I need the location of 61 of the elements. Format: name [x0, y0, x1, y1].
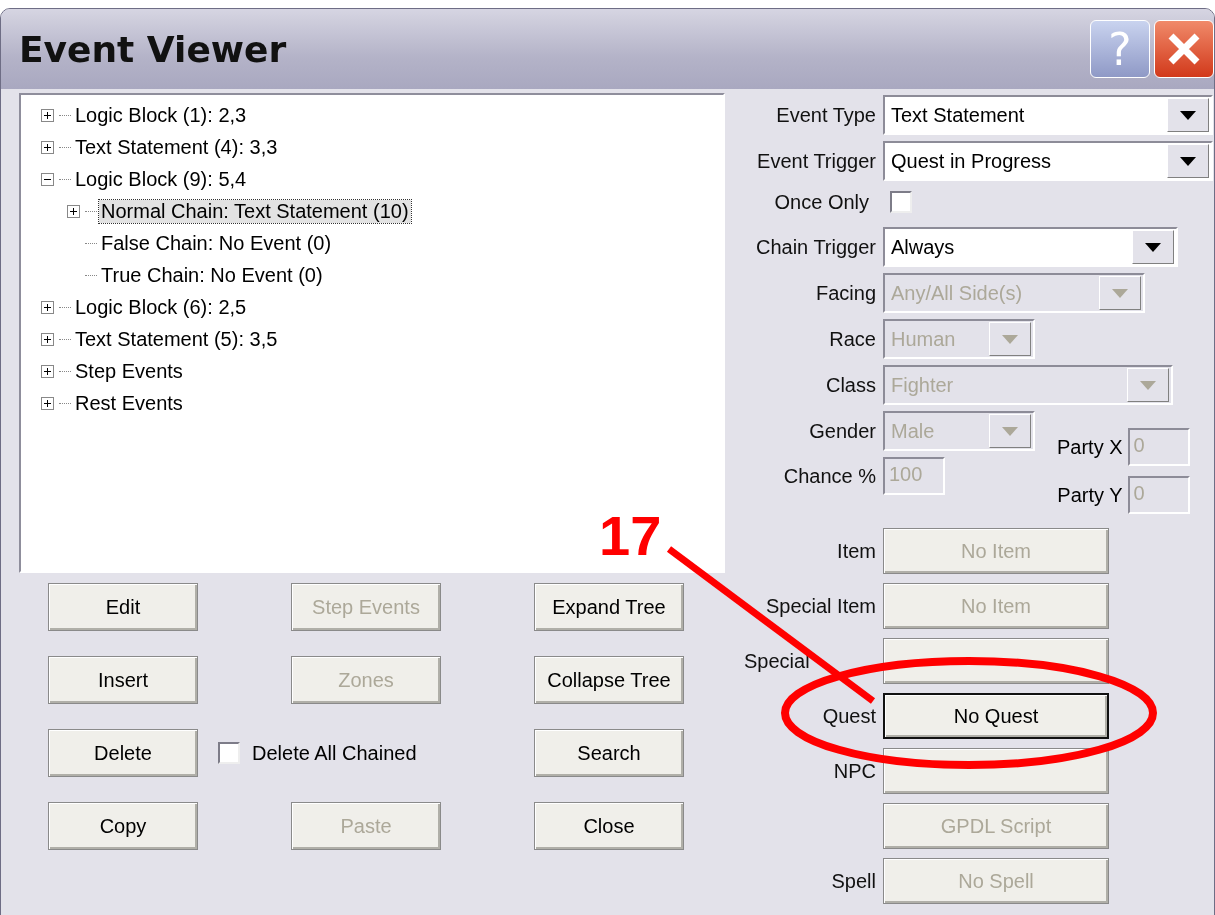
checkbox-label: Delete All Chained — [252, 741, 417, 765]
action-button[interactable]: Delete — [48, 729, 198, 777]
action-button[interactable]: Collapse Tree — [534, 656, 684, 704]
close-icon — [1166, 31, 1202, 67]
dropdown[interactable]: Quest in Progress — [883, 141, 1213, 181]
field-label: Event Type — [775, 103, 876, 127]
dropdown-arrow-icon — [1002, 334, 1018, 344]
tree-item[interactable]: True Chain: No Event (0) — [99, 263, 325, 287]
tree-item[interactable]: Text Statement (4): 3,3 — [73, 135, 280, 159]
dropdown-arrow-icon — [1180, 156, 1196, 166]
tree-item[interactable]: False Chain: No Event (0) — [99, 231, 334, 255]
field-label: Chain Trigger — [754, 235, 876, 259]
action-button[interactable]: Edit — [48, 583, 198, 631]
checkbox[interactable] — [890, 191, 912, 213]
tree-item[interactable]: Logic Block (1): 2,3 — [73, 103, 249, 127]
tree-item[interactable]: Rest Events — [73, 391, 185, 415]
expand-icon[interactable] — [40, 332, 54, 346]
dropdown[interactable]: Always — [883, 227, 1178, 267]
close-button[interactable] — [1154, 20, 1214, 78]
tree-item[interactable]: Normal Chain: Text Statement (10) — [99, 199, 411, 223]
action-button[interactable]: Search — [534, 729, 684, 777]
expand-icon[interactable] — [40, 108, 54, 122]
dropdown-arrow-icon — [1002, 426, 1018, 436]
field-label: Event Trigger — [756, 149, 876, 173]
tree-item[interactable]: Text Statement (5): 3,5 — [73, 327, 280, 351]
expand-icon[interactable] — [66, 204, 80, 218]
field-label: Once Only — [773, 190, 869, 214]
field-label: Item — [837, 539, 876, 562]
expand-icon[interactable] — [40, 300, 54, 314]
field-label: Facing — [814, 281, 876, 305]
dropdown-arrow-icon — [1180, 110, 1196, 120]
field-label: Race — [828, 327, 876, 351]
field-label: NPC — [833, 759, 876, 782]
expand-icon[interactable] — [40, 364, 54, 378]
field-label: Gender — [808, 419, 876, 443]
field-label: Party X — [1057, 435, 1123, 459]
dropdown-arrow-icon — [1112, 288, 1128, 298]
tree-item[interactable]: Step Events — [73, 359, 185, 383]
tree-item[interactable]: Logic Block (9): 5,4 — [73, 167, 249, 191]
field-label: Party Y — [1057, 483, 1123, 507]
field-label: Special — [744, 649, 810, 672]
expand-icon[interactable] — [40, 396, 54, 410]
window-title: Event Viewer — [19, 28, 288, 70]
field-label: Chance % — [782, 464, 876, 488]
action-button[interactable]: Insert — [48, 656, 198, 704]
expand-icon[interactable] — [40, 140, 54, 154]
dropdown[interactable]: Text Statement — [883, 95, 1213, 135]
action-button[interactable]: Expand Tree — [534, 583, 684, 631]
field-label: Special Item — [765, 594, 876, 617]
checkbox[interactable] — [218, 742, 240, 764]
field-label: Class — [825, 373, 876, 397]
action-button[interactable]: Close — [534, 802, 684, 850]
collapse-icon[interactable] — [40, 172, 54, 186]
dropdown-arrow-icon — [1145, 242, 1161, 252]
dropdown-arrow-icon — [1140, 380, 1156, 390]
field-label: Quest — [822, 704, 876, 727]
picker-button[interactable]: No Quest — [883, 693, 1109, 739]
field-label: Spell — [831, 869, 876, 892]
tree-item[interactable]: Logic Block (6): 2,5 — [73, 295, 249, 319]
annotation-number: 17 — [599, 503, 662, 568]
action-button[interactable]: Copy — [48, 802, 198, 850]
